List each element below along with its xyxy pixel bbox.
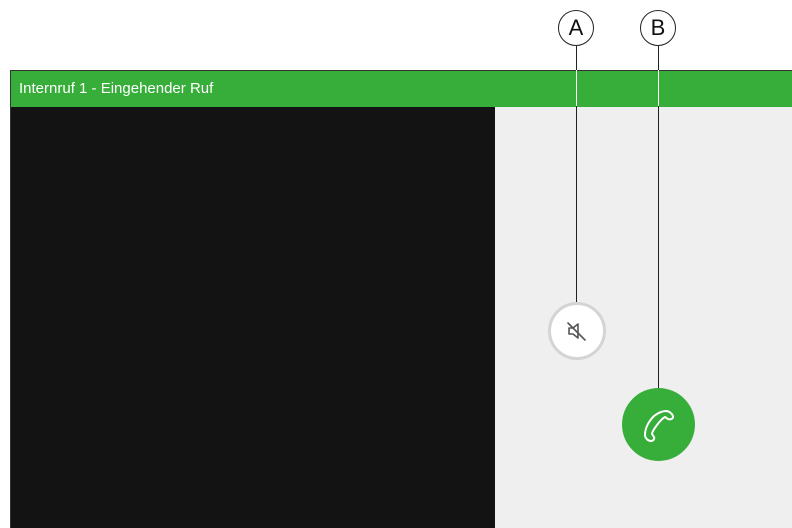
manual-illustration: A B Internruf 1 - Eingehender Ruf — [0, 0, 792, 528]
call-controls-panel — [495, 107, 792, 528]
callout-a: A — [558, 10, 594, 46]
callout-b-leader-on-titlebar — [657, 70, 659, 106]
phone-handset-icon — [643, 409, 674, 442]
title-bar: Internruf 1 - Eingehender Ruf — [11, 71, 792, 107]
callout-a-label: A — [568, 15, 584, 40]
window-title: Internruf 1 - Eingehender Ruf — [19, 80, 214, 97]
video-preview — [11, 107, 495, 528]
callout-b: B — [640, 10, 676, 46]
callout-b-label: B — [650, 15, 666, 40]
accept-call-button[interactable] — [622, 388, 695, 461]
speaker-muted-icon — [567, 322, 586, 341]
callout-a-leader-on-titlebar — [575, 70, 577, 106]
mute-button[interactable] — [548, 302, 606, 360]
intercom-call-window: Internruf 1 - Eingehender Ruf — [10, 70, 792, 528]
